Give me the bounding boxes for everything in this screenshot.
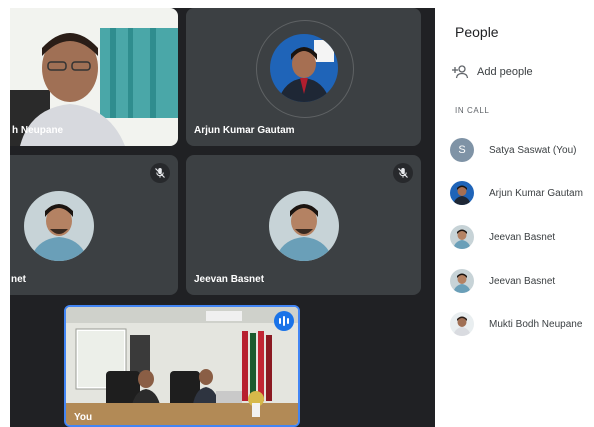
avatar bbox=[450, 312, 474, 336]
participant-tile-mukti[interactable]: h Neupane bbox=[10, 8, 178, 146]
participant-name: Jeevan Basnet bbox=[489, 275, 556, 287]
participant-list-item[interactable]: Jeevan Basnet bbox=[450, 268, 555, 294]
add-person-icon bbox=[452, 65, 469, 79]
people-panel: People Add people IN CALL S Satya Saswat… bbox=[435, 0, 594, 427]
participant-name: Satya Saswat (You) bbox=[489, 144, 577, 156]
avatar-photo bbox=[269, 191, 339, 261]
participant-name: You bbox=[74, 412, 93, 423]
mic-off-icon bbox=[150, 163, 170, 183]
avatar bbox=[270, 34, 338, 102]
in-call-section-label: IN CALL bbox=[455, 106, 490, 115]
avatar bbox=[450, 181, 474, 205]
participant-name: Jeevan Basnet bbox=[489, 231, 556, 243]
avatar-photo bbox=[450, 181, 474, 205]
add-people-button[interactable]: Add people bbox=[452, 62, 533, 82]
participant-list-item[interactable]: S Satya Saswat (You) bbox=[450, 137, 576, 163]
participant-tile-jeevan-2[interactable]: Jeevan Basnet bbox=[186, 155, 421, 295]
avatar-photo bbox=[450, 312, 474, 336]
self-video-tile[interactable]: You bbox=[64, 305, 300, 427]
avatar: S bbox=[450, 138, 474, 162]
camera-video bbox=[66, 307, 298, 425]
participant-name: Jeevan Basnet bbox=[194, 274, 265, 285]
participant-name: Arjun Kumar Gautam bbox=[489, 187, 583, 199]
panel-title: People bbox=[455, 24, 499, 40]
avatar-photo bbox=[450, 269, 474, 293]
participant-list-item[interactable]: Mukti Bodh Neupane bbox=[450, 311, 582, 337]
mic-off-icon bbox=[393, 163, 413, 183]
video-stage: h Neupane Arjun Kumar Gautam net Jeevan … bbox=[10, 8, 435, 427]
avatar-photo bbox=[450, 225, 474, 249]
participant-name: Arjun Kumar Gautam bbox=[194, 125, 295, 136]
participant-tile-arjun[interactable]: Arjun Kumar Gautam bbox=[186, 8, 421, 146]
avatar-photo bbox=[270, 34, 338, 102]
participant-tile-jeevan-1[interactable]: net bbox=[10, 155, 178, 295]
avatar bbox=[450, 225, 474, 249]
speaking-indicator-icon bbox=[274, 311, 294, 331]
participant-name: h Neupane bbox=[12, 125, 64, 136]
avatar-photo bbox=[24, 191, 94, 261]
participant-list-item[interactable]: Jeevan Basnet bbox=[450, 224, 555, 250]
participant-name: net bbox=[11, 274, 26, 285]
participant-name: Mukti Bodh Neupane bbox=[489, 318, 583, 330]
participant-list-item[interactable]: Arjun Kumar Gautam bbox=[450, 180, 583, 206]
avatar bbox=[450, 269, 474, 293]
avatar bbox=[269, 191, 339, 261]
avatar bbox=[24, 191, 94, 261]
add-people-label: Add people bbox=[477, 66, 533, 78]
